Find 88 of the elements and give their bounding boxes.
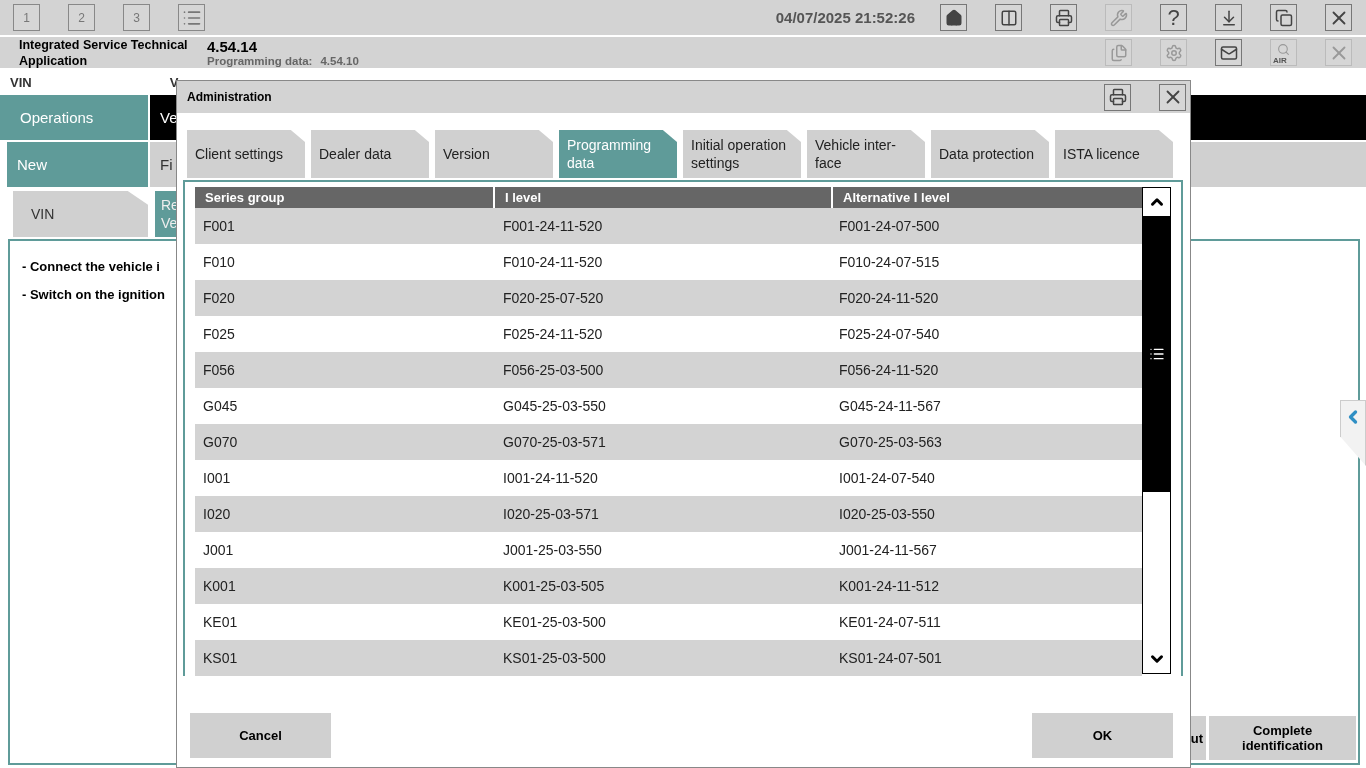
table-cell-text: F025 [202,325,236,344]
table-cell-text: K001-24-11-512 [838,577,941,596]
side-panel-toggle[interactable] [1340,400,1366,466]
settings-tab[interactable]: Vehicle inter-face [807,130,925,178]
table-cell-text: G070-25-03-571 [502,433,607,452]
table-cell-text: KE01-24-07-511 [838,613,942,632]
table-cell-text: F010-24-11-520 [502,253,604,272]
table-cell-text: KE01 [202,613,239,632]
documents-icon [1109,43,1128,62]
table-cell-text: G070-25-03-563 [838,433,943,452]
dialog-button[interactable]: Cancel [190,713,331,758]
table-cell-text: J001-24-11-567 [838,541,938,560]
settings-icon [1164,43,1183,62]
programming-data-value: 4.54.10 [320,55,359,67]
home-button[interactable] [940,4,967,31]
settings-tab[interactable]: Initial operation settings [683,130,801,178]
table-cell-text: KS01-24-07-501 [838,649,943,668]
instruction-text: - Switch on the ignition [22,287,165,302]
table-cell-text: F020-24-11-520 [838,289,940,308]
windows-button[interactable] [1270,4,1297,31]
programming-data-label: Programming data: [207,55,313,67]
vin-label: VIN [10,75,32,90]
table-cell-text: KE01-25-03-500 [502,613,607,632]
scroll-thumb[interactable] [1143,216,1170,492]
app-name: Integrated Service Technical Application [19,36,189,69]
columns-icon [999,8,1018,27]
printer-icon [1054,8,1073,27]
column-header: I level [495,187,831,208]
grip-icon [1148,346,1165,362]
table-cell-text: KS01-25-03-500 [502,649,607,668]
table-cell-text: G045-24-11-567 [838,397,942,416]
list-button[interactable] [178,4,205,31]
table-cell-text: F001-24-07-500 [838,217,941,236]
table-cell-text: I020-25-03-571 [502,505,600,524]
table-cell-text: F001 [202,217,236,236]
step-tab[interactable]: VIN [13,191,148,237]
table-cell-text: F020-25-07-520 [502,289,605,308]
settings-tab[interactable]: Client settings [187,130,305,178]
help-button[interactable]: ? [1160,4,1187,31]
dialog-button[interactable]: OK [1032,713,1173,758]
table-cell-text: F056 [202,361,236,380]
column-header: Alternative I level [833,187,1142,208]
version-number: 4.54.14 [207,38,259,55]
table-cell-text: K001-25-03-505 [502,577,606,596]
dialog-title: Administration [187,90,273,104]
table-cell-text: KS01 [202,649,239,668]
printer-icon [1108,88,1127,106]
table-cell-text: G045-25-03-550 [502,397,607,416]
close-button[interactable] [1159,83,1186,111]
table-cell-text: G045 [202,397,239,416]
windows-icon [1274,8,1293,27]
action-button[interactable]: Complete identification [1209,716,1356,760]
split-button[interactable] [995,4,1022,31]
table-cell-text: I001 [202,469,232,488]
settings-tab[interactable]: Data protection [931,130,1049,178]
table-cell-text: F056-24-11-520 [838,361,940,380]
table-cell-text: I001-24-11-520 [502,469,599,488]
table-cell-text: F010 [202,253,236,272]
table-cell-text: J001 [202,541,235,560]
table-cell-text: F025-24-07-540 [838,325,941,344]
table-cell-text: F010-24-07-515 [838,253,941,272]
search-icon [1277,43,1290,56]
print-button[interactable] [1050,4,1077,31]
table-cell-text: F020 [202,289,236,308]
download-button[interactable] [1215,4,1242,31]
air-label: AIR [1273,57,1287,65]
table-cell-text: F056-25-03-500 [502,361,605,380]
table-cell-text: G070 [202,433,239,452]
column-header: Series group [195,187,493,208]
settings-tab[interactable]: ISTA licence [1055,130,1173,178]
settings-tab[interactable]: Version [435,130,553,178]
settings-tab[interactable]: Dealer data [311,130,429,178]
table-cell-text: J001-25-03-550 [502,541,603,560]
table-cell-text: I020 [202,505,232,524]
table-cell-text: I020-25-03-550 [838,505,936,524]
scrollbar[interactable] [1142,187,1171,674]
date-time: 04/07/2025 21:52:26 [775,9,915,26]
mail-button[interactable] [1215,39,1242,66]
mail-icon [1219,43,1238,62]
home-icon [944,8,963,27]
print-button[interactable] [1104,83,1131,111]
instruction-text: - Connect the vehicle i [22,259,160,274]
table-cell-text: F025-24-11-520 [502,325,604,344]
table-cell-text: F001-24-11-520 [502,217,604,236]
table-cell-text: I001-24-07-540 [838,469,936,488]
close-button[interactable] [1325,4,1352,31]
table-cell-text: K001 [202,577,237,596]
wrench-icon [1109,8,1128,27]
